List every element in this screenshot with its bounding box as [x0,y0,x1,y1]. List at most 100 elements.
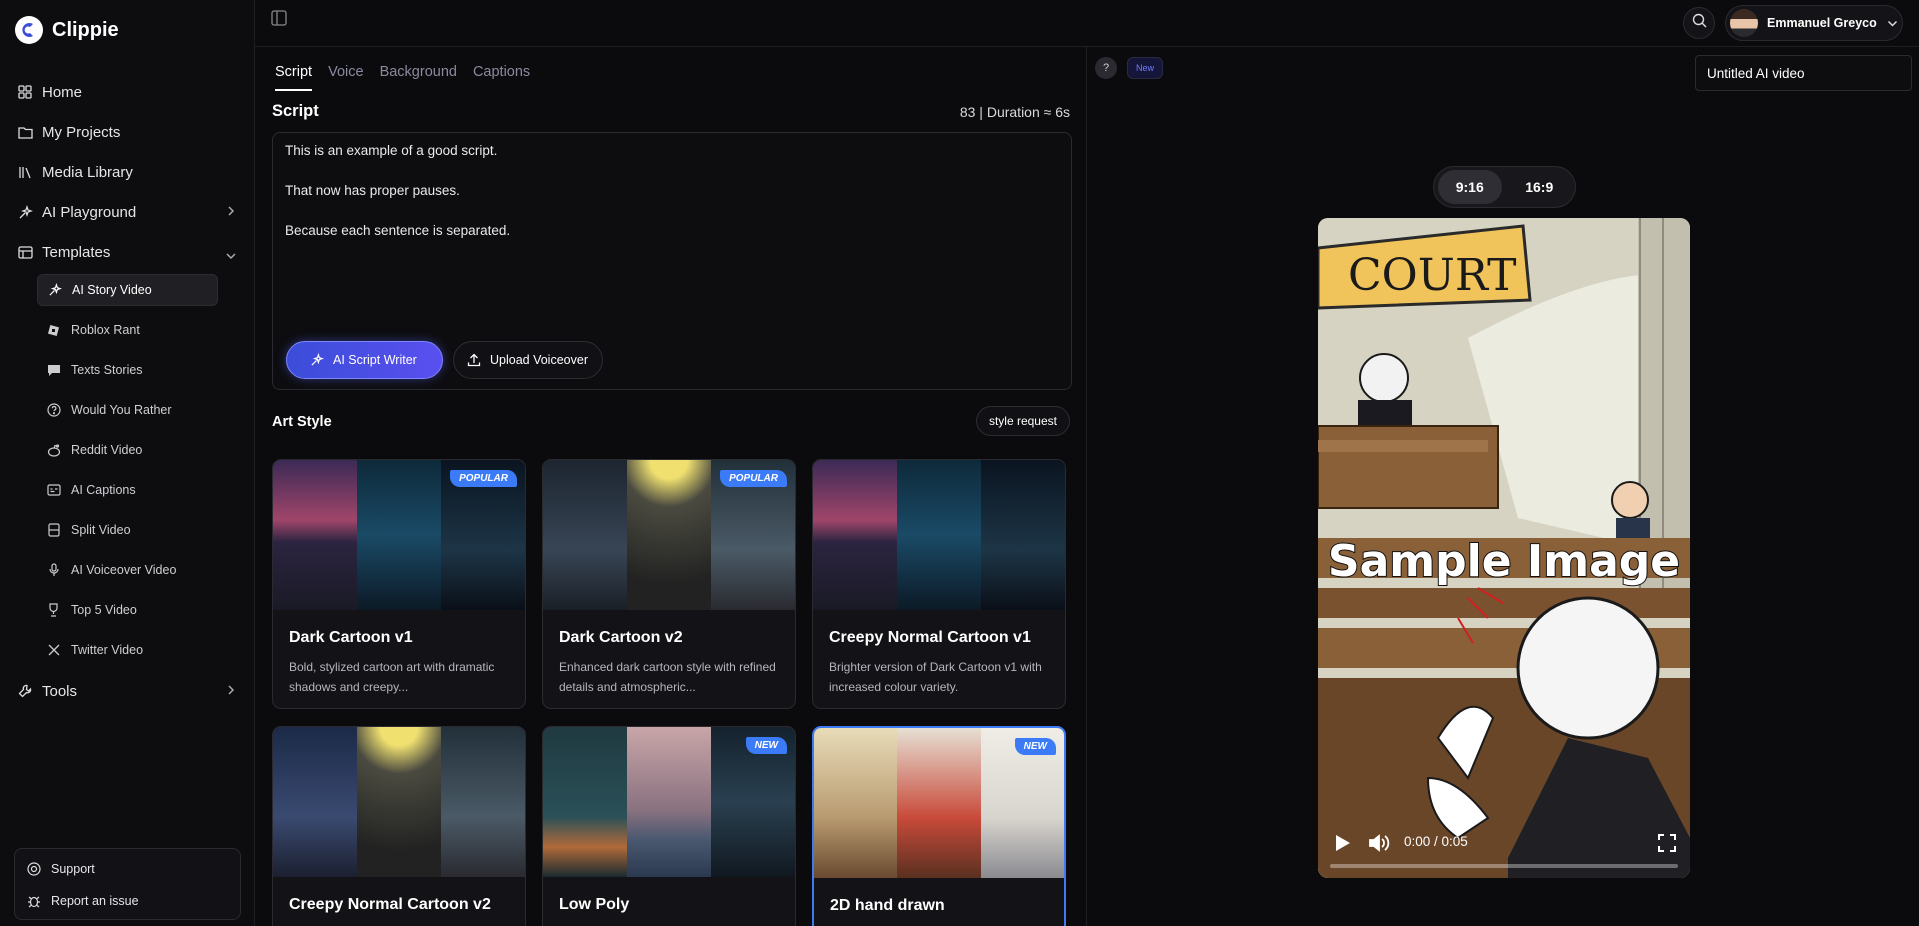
question-icon [46,403,61,418]
chat-icon [46,363,61,378]
style-title: 2D hand drawn [830,897,945,914]
art-style-card-selected[interactable]: NEW 2D hand drawn [812,726,1066,926]
script-line: This is an example of a good script. [285,143,498,158]
play-icon[interactable] [1332,833,1352,858]
tab-script[interactable]: Script [275,64,313,91]
volume-icon[interactable] [1368,833,1390,858]
art-style-title: Art Style [272,414,332,430]
sidebar-item-roblox-rant[interactable]: Roblox Rant [37,314,218,346]
sidebar-item-texts-stories[interactable]: Texts Stories [37,354,218,386]
search-icon [1692,13,1707,33]
report-issue-label: Report an issue [51,894,139,908]
lifebuoy-icon [27,861,42,877]
video-preview[interactable]: COURT Sample Image 0:00 / 0:05 [1318,218,1690,878]
sidebar-item-label: Twitter Video [71,643,144,657]
tab-background[interactable]: Background [380,64,457,91]
split-icon [46,523,61,538]
sparkle-icon [17,204,33,220]
sidebar-item-label: AI Story Video [72,283,152,297]
style-thumbnail: NEW [814,728,1064,878]
library-icon [17,164,33,180]
video-title-input[interactable] [1695,55,1912,91]
avatar [1730,9,1758,37]
tab-voice[interactable]: Voice [328,64,363,91]
ratio-9-16-button[interactable]: 9:16 [1438,170,1502,204]
sidebar-item-label: AI Captions [71,483,136,497]
sidebar-item-ai-voiceover-video[interactable]: AI Voiceover Video [37,554,218,586]
search-button[interactable] [1683,7,1715,39]
ratio-16-9-button[interactable]: 16:9 [1508,170,1572,204]
chevron-right-icon [227,204,235,221]
ai-script-writer-button[interactable]: AI Script Writer [286,341,443,379]
bug-icon [27,894,42,909]
art-style-card[interactable]: POPULAR Dark Cartoon v1 Bold, stylized c… [272,459,526,709]
sidebar-item-label: Reddit Video [71,443,143,457]
sidebar-item-ai-captions[interactable]: AI Captions [37,474,218,506]
mic-icon [46,563,61,578]
script-line: Because each sentence is separated. [285,223,511,238]
sidebar-item-label: AI Voiceover Video [71,563,177,577]
script-textarea[interactable]: This is an example of a good script. Tha… [272,132,1072,390]
sidebar-item-label: Would You Rather [71,403,172,417]
popular-badge: POPULAR [720,470,787,487]
sidebar-item-reddit-video[interactable]: Reddit Video [37,434,218,466]
sidebar-item-top-5-video[interactable]: Top 5 Video [37,594,218,626]
tab-captions[interactable]: Captions [473,64,530,91]
chevron-down-icon [1887,14,1898,32]
sidebar-item-split-video[interactable]: Split Video [37,514,218,546]
style-thumbnail: POPULAR [273,460,525,610]
art-style-card[interactable]: POPULAR Dark Cartoon v2 Enhanced dark ca… [542,459,796,709]
clippie-logo-icon [15,16,43,44]
sample-image-overlay: Sample Image [1327,535,1681,588]
fullscreen-icon[interactable] [1658,834,1676,857]
sidebar-item-label: Home [42,83,83,101]
folder-icon [17,124,33,140]
upload-icon [467,353,481,367]
chevron-down-icon [225,247,237,264]
support-label: Support [51,862,95,876]
sidebar-toggle-icon[interactable] [271,10,289,28]
style-request-button[interactable]: style request [975,406,1070,436]
sparkle-icon [47,283,62,298]
help-button[interactable]: ? [1095,57,1117,79]
art-style-card[interactable]: Creepy Normal Cartoon v1 Brighter versio… [812,459,1066,709]
roblox-icon [46,323,61,338]
aspect-ratio-toggle: 9:16 16:9 [1433,166,1576,208]
trophy-icon [46,603,61,618]
sidebar-item-label: AI Playground [42,203,137,221]
sidebar-item-templates[interactable]: Templates [0,232,255,272]
sidebar-item-tools[interactable]: Tools [0,671,255,711]
preview-panel: ? New 9:16 16:9 COURT [1088,47,1919,926]
duration-indicator: 83 | Duration ≈ 6s [959,104,1070,120]
sidebar-item-label: Split Video [71,523,131,537]
sidebar-item-ai-story-video[interactable]: AI Story Video [37,274,218,306]
ai-script-writer-label: AI Script Writer [333,353,417,367]
sidebar-item-ai-playground[interactable]: AI Playground [0,192,255,232]
captions-icon [46,483,61,498]
art-style-card[interactable]: Creepy Normal Cartoon v2 [272,726,526,926]
svg-text:COURT: COURT [1348,250,1517,301]
video-progress-bar[interactable] [1330,864,1678,868]
upload-voiceover-button[interactable]: Upload Voiceover [453,341,603,379]
templates-subnav: AI Story Video Roblox Rant Texts Stories… [37,274,255,666]
user-menu-button[interactable]: Emmanuel Greyco [1725,5,1903,41]
style-description: Bold, stylized cartoon art with dramatic… [289,660,495,694]
sidebar-item-media-library[interactable]: Media Library [0,152,255,192]
style-title: Low Poly [559,896,630,913]
sidebar-item-my-projects[interactable]: My Projects [0,112,255,152]
sidebar-item-twitter-video[interactable]: Twitter Video [37,634,218,666]
sidebar-item-label: My Projects [42,123,121,141]
sidebar-item-home[interactable]: Home [0,72,255,112]
editor-tabs: Script Voice Background Captions [275,64,530,91]
style-thumbnail: POPULAR [543,460,795,610]
report-issue-link[interactable]: Report an issue [15,885,240,917]
support-link[interactable]: Support [15,853,240,885]
top-bar: Emmanuel Greyco [255,0,1919,47]
sidebar-item-would-you-rather[interactable]: Would You Rather [37,394,218,426]
art-style-card[interactable]: NEW Low Poly [542,726,796,926]
style-title: Creepy Normal Cartoon v2 [289,896,491,913]
chevron-right-icon [227,683,235,700]
logo[interactable]: Clippie [15,16,119,44]
new-badge: NEW [1014,738,1056,755]
sidebar-nav: Home My Projects Media Library AI Playgr… [0,72,255,711]
